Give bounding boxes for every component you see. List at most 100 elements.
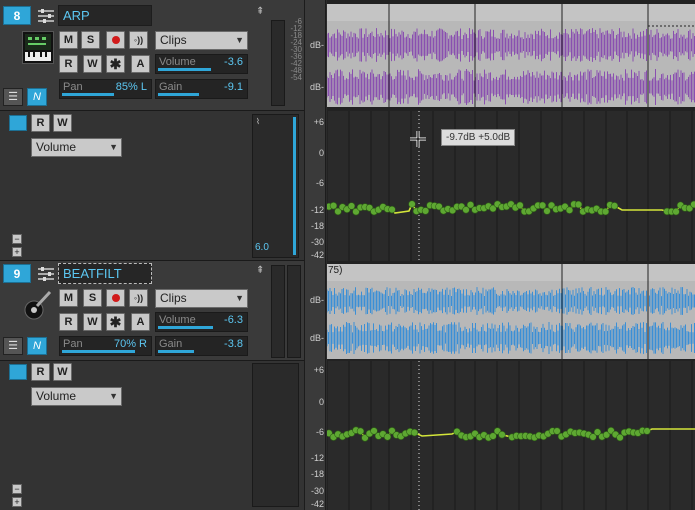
scale-tick: -42 — [310, 250, 324, 260]
track-settings-icon[interactable] — [36, 265, 56, 282]
gain-value: -9.1 — [224, 81, 243, 93]
record-arm-button[interactable] — [106, 289, 125, 307]
lane-remove-button[interactable]: − — [12, 484, 22, 494]
inspector-icon[interactable]: ☰ — [3, 337, 23, 355]
lane-readout: 6.0 — [255, 242, 269, 253]
pan-level-bar — [62, 93, 114, 96]
input-echo-button[interactable]: ◦)) — [129, 31, 148, 49]
gain-level-bar — [158, 350, 195, 353]
mute-button[interactable]: M — [59, 289, 78, 307]
lane-read-button[interactable]: R — [31, 114, 50, 132]
lane-color-swatch[interactable] — [9, 115, 27, 131]
lane-write-button[interactable]: W — [53, 114, 72, 132]
archive-button[interactable]: A — [131, 55, 150, 73]
scale-tick: -6 — [315, 427, 324, 437]
volume-value: -3.6 — [224, 56, 243, 68]
collapse-icon[interactable]: ⇞ — [256, 6, 264, 17]
track-8-clip-area[interactable] — [327, 0, 695, 111]
lane-read-button[interactable]: R — [31, 363, 50, 381]
track-settings-icon[interactable] — [36, 7, 56, 24]
gain-slider[interactable]: Gain -9.1 — [155, 79, 248, 99]
volume-slider[interactable]: Volume -6.3 — [155, 312, 248, 332]
pan-slider[interactable]: Pan 85% L — [59, 79, 152, 99]
scale-tick: -6 — [315, 178, 324, 188]
track-8-meter — [271, 20, 285, 106]
clips-dropdown[interactable]: Clips ▼ — [155, 289, 248, 308]
scale-tick: -30 — [310, 237, 324, 247]
gain-label: Gain — [159, 81, 183, 93]
db-label: dB- — [309, 295, 324, 305]
pan-level-bar — [62, 350, 135, 353]
archive-button[interactable]: A — [131, 313, 150, 331]
db-label: dB- — [309, 40, 324, 50]
track-name-field[interactable]: ARP — [58, 5, 152, 26]
lane-color-swatch[interactable] — [9, 364, 27, 380]
envelope-8-scale: +6 0 -6 -12 -18 -30 -42 — [305, 111, 326, 261]
lane-level-bar — [293, 117, 296, 255]
clips-dropdown[interactable]: Clips ▼ — [155, 31, 248, 50]
track-9-clip-area[interactable]: 75) — [327, 261, 695, 361]
mute-button[interactable]: M — [59, 31, 78, 49]
lane-parameter-dropdown[interactable]: Volume ▼ — [31, 138, 122, 157]
track-9-header: 9 BEATFILT ⇞ M S ◦)) Clips ▼ R W ✱ A Volu… — [0, 261, 305, 361]
envelope-tooltip: -9.7dB +5.0dB — [441, 129, 516, 146]
chevron-down-icon: ▼ — [235, 293, 244, 303]
gain-value: -3.8 — [224, 338, 243, 350]
scale-tick: -12 — [310, 453, 324, 463]
track-name-field[interactable]: BEATFILT — [58, 263, 152, 284]
synth-instrument-icon — [22, 31, 54, 64]
gain-slider[interactable]: Gain -3.8 — [155, 336, 248, 356]
track-9-automation-lane: R W Volume ▼ − + — [0, 361, 305, 510]
pan-label: Pan — [63, 338, 83, 350]
track-9-envelope-area[interactable] — [327, 361, 695, 510]
scale-tick: -18 — [310, 469, 324, 479]
freeze-button[interactable]: ✱ — [106, 313, 125, 331]
track-number[interactable]: 9 — [3, 264, 31, 283]
track-9-envelope — [327, 361, 695, 510]
volume-level-bar — [158, 326, 213, 329]
chevron-down-icon: ▼ — [109, 391, 118, 401]
track-number[interactable]: 8 — [3, 6, 31, 25]
lane-parameter-dropdown[interactable]: Volume ▼ — [31, 387, 122, 406]
lane-write-button[interactable]: W — [53, 363, 72, 381]
scale-tick: -18 — [310, 221, 324, 231]
scale-tick: 0 — [318, 397, 324, 407]
read-automation-button[interactable]: R — [59, 313, 78, 331]
read-automation-button[interactable]: R — [59, 55, 78, 73]
clips-dropdown-value: Clips — [160, 33, 187, 47]
lane-remove-button[interactable]: − — [12, 234, 22, 244]
gain-label: Gain — [159, 338, 183, 350]
scale-tick: -12 — [310, 205, 324, 215]
inspector-icon[interactable]: ☰ — [3, 88, 23, 106]
chevron-down-icon: ▼ — [235, 35, 244, 45]
move-cursor-icon — [409, 130, 427, 148]
lane-parameter-value: Volume — [36, 389, 77, 403]
write-automation-button[interactable]: W — [83, 313, 102, 331]
automation-toggle-icon[interactable]: N — [27, 88, 47, 106]
lane-parameter-value: Volume — [36, 140, 77, 154]
volume-slider[interactable]: Volume -3.6 — [155, 54, 248, 74]
lane-add-button[interactable]: + — [12, 247, 22, 257]
write-automation-button[interactable]: W — [83, 55, 102, 73]
lane-value-meter: ⌇ 6.0 — [252, 114, 299, 258]
record-arm-button[interactable] — [106, 31, 125, 49]
input-echo-button[interactable]: ◦)) — [129, 289, 148, 307]
clip-9-db-scale: dB- dB- — [305, 261, 326, 361]
clips-dropdown-value: Clips — [160, 291, 187, 305]
meter-scale: -6 -12 -18 -24 -30 -36 -42 -48 -54 — [286, 18, 302, 82]
chevron-down-icon: ▼ — [109, 142, 118, 152]
pan-slider[interactable]: Pan 70% R — [59, 336, 152, 356]
track-8-waveform — [327, 4, 695, 107]
envelope-small-icon: ⌇ — [256, 117, 260, 126]
lane-add-button[interactable]: + — [12, 497, 22, 507]
scale-tick: -42 — [310, 499, 324, 509]
track-8-header: 8 ARP ⇞ M S ◦)) Clips ▼ R W ✱ A Volume -3… — [0, 0, 305, 111]
gain-level-bar — [158, 93, 199, 96]
freeze-button[interactable]: ✱ — [106, 55, 125, 73]
scale-tick: +6 — [313, 117, 324, 127]
solo-button[interactable]: S — [81, 31, 100, 49]
automation-toggle-icon[interactable]: N — [27, 337, 47, 355]
track-8-automation-lane: R W Volume ▼ ⌇ 6.0 − + — [0, 111, 305, 261]
solo-button[interactable]: S — [83, 289, 102, 307]
collapse-icon[interactable]: ⇞ — [256, 265, 264, 276]
